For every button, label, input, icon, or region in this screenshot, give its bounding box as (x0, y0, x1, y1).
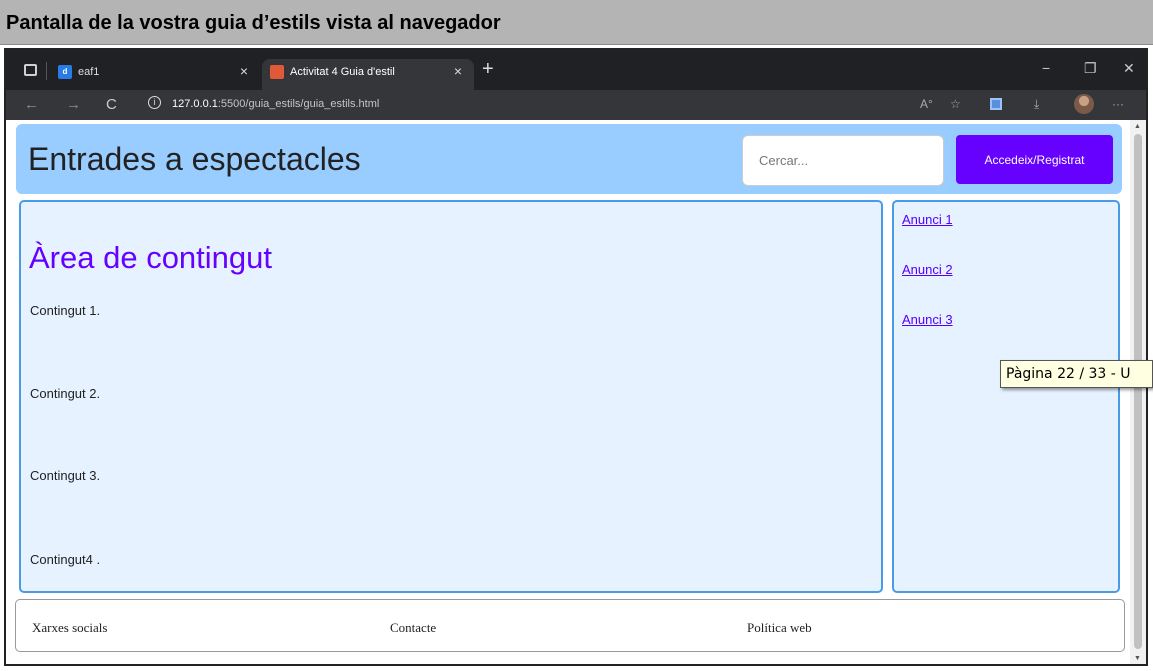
page-number-tooltip: Pàgina 22 / 33 - U (1000, 360, 1153, 388)
tab-label: Activitat 4 Guia d'estil (290, 66, 395, 78)
close-tab-icon[interactable]: × (454, 63, 462, 79)
content-paragraph: Contingut 2. (30, 386, 101, 401)
tab-actions-icon[interactable] (24, 64, 37, 76)
document-title: Pantalla de la vostra guia d’estils vist… (6, 12, 501, 34)
ad-link-1[interactable]: Anunci 1 (902, 212, 953, 227)
activitat-favicon-icon (270, 65, 284, 79)
footer-social[interactable]: Xarxes socials (32, 620, 107, 636)
ad-link-3[interactable]: Anunci 3 (902, 312, 953, 327)
url-field[interactable]: i 127.0.0.1:5500/guia_estils/guia_estils… (136, 93, 736, 117)
reload-icon[interactable]: C (106, 96, 117, 113)
content-heading: Àrea de contingut (29, 240, 273, 275)
read-aloud-icon[interactable]: A° (920, 97, 933, 111)
content-paragraph: Contingut 3. (30, 468, 101, 483)
scroll-up-icon[interactable]: ▲ (1134, 123, 1141, 130)
url-host: 127.0.0.1 (172, 98, 218, 110)
extension-grid-icon[interactable] (990, 98, 1002, 110)
address-bar: ← → C i 127.0.0.1:5500/guia_estils/guia_… (6, 90, 1146, 120)
more-menu-icon[interactable]: ··· (1112, 97, 1124, 111)
tab-activitat-4[interactable]: Activitat 4 Guia d'estil × (262, 59, 474, 90)
screenshot-frame: d eaf1 × Activitat 4 Guia d'estil × + − … (4, 48, 1148, 666)
minimize-button[interactable]: − (1042, 60, 1050, 76)
url-path: :5500/guia_estils/guia_estils.html (217, 98, 380, 110)
footer-web-policy[interactable]: Política web (747, 620, 812, 636)
tab-label: eaf1 (78, 66, 100, 78)
ad-link-2[interactable]: Anunci 2 (902, 262, 953, 277)
browser-tab-bar: d eaf1 × Activitat 4 Guia d'estil × + − … (6, 50, 1146, 90)
login-register-button[interactable]: Accedeix/Registrat (956, 135, 1113, 184)
document-header: Pantalla de la vostra guia d’estils vist… (0, 0, 1153, 45)
eaf1-favicon-icon: d (58, 65, 72, 79)
forward-arrow-icon[interactable]: → (66, 96, 81, 113)
restore-button[interactable]: ❐ (1084, 60, 1097, 77)
close-tab-icon[interactable]: × (240, 63, 248, 79)
search-input[interactable] (742, 135, 944, 186)
scroll-thumb[interactable] (1134, 134, 1142, 649)
url-text: 127.0.0.1:5500/guia_estils/guia_estils.h… (172, 98, 379, 110)
content-paragraph: Contingut4 . (30, 552, 101, 567)
new-tab-button[interactable]: + (482, 58, 494, 81)
site-title: Entrades a espectacles (28, 141, 361, 177)
back-arrow-icon[interactable]: ← (24, 96, 39, 113)
site-footer: Xarxes socials Contacte Política web (15, 599, 1125, 652)
page-viewport: Entrades a espectacles Accedeix/Registra… (6, 120, 1146, 664)
tab-separator (46, 62, 47, 80)
site-header: Entrades a espectacles Accedeix/Registra… (16, 124, 1122, 194)
downloads-icon[interactable]: ⤓ (1034, 97, 1039, 112)
footer-contact[interactable]: Contacte (390, 620, 436, 636)
site-info-icon[interactable]: i (148, 96, 161, 109)
tab-eaf1[interactable]: d eaf1 × (50, 59, 260, 90)
close-window-button[interactable]: ✕ (1123, 60, 1135, 77)
scroll-down-icon[interactable]: ▼ (1134, 655, 1141, 662)
content-paragraph: Contingut 1. (30, 303, 101, 318)
content-area: Àrea de contingut Contingut 1. Contingut… (19, 200, 883, 593)
vertical-scrollbar[interactable]: ▲ ▼ (1130, 120, 1146, 664)
ads-sidebar: Anunci 1 Anunci 2 Anunci 3 (892, 200, 1120, 593)
profile-avatar[interactable] (1074, 94, 1094, 114)
favorites-star-icon[interactable]: ☆ (950, 97, 961, 111)
